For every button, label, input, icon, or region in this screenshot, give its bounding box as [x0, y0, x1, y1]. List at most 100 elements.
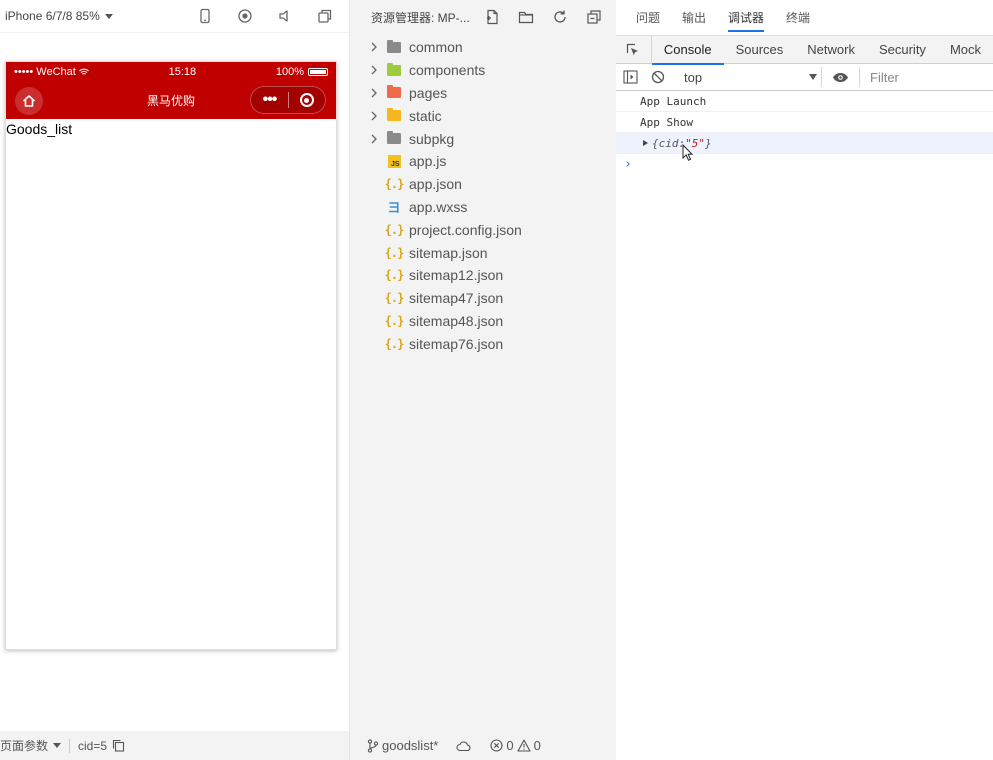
- simulator-footer: 页面参数 cid=5: [0, 731, 349, 760]
- folder-name: subpkg: [409, 130, 455, 147]
- refresh-icon[interactable]: [551, 8, 569, 26]
- page-query: cid=5: [78, 738, 108, 753]
- file-item[interactable]: {.} sitemap12.json: [350, 264, 616, 287]
- page-body: Goods_list: [6, 119, 336, 137]
- console-filter-input[interactable]: [870, 69, 970, 85]
- carrier-label: ••••• WeChat: [14, 65, 76, 78]
- explorer-title: 资源管理器: MP-...: [371, 11, 470, 25]
- folder-icon: [386, 108, 402, 124]
- folder-item[interactable]: common: [350, 36, 616, 59]
- sidebar-toggle-button[interactable]: [616, 64, 644, 90]
- devtools-top-tab[interactable]: 输出: [682, 3, 706, 32]
- file-item[interactable]: {.} sitemap48.json: [350, 310, 616, 333]
- folder-name: pages: [409, 84, 448, 101]
- inspect-element-button[interactable]: [616, 35, 652, 64]
- file-item[interactable]: {.} app.json: [350, 173, 616, 196]
- collapse-all-icon[interactable]: [585, 8, 603, 26]
- file-item[interactable]: {.} sitemap76.json: [350, 332, 616, 355]
- context-value: top: [684, 69, 703, 85]
- tab-mock[interactable]: Mock: [938, 36, 993, 64]
- branch-indicator[interactable]: goodslist*: [367, 738, 438, 753]
- chevron-right-icon: [350, 42, 380, 52]
- chevron-right-icon: [350, 134, 380, 144]
- console-toolbar: top: [616, 64, 993, 91]
- battery-percent: 100%: [275, 65, 304, 78]
- clear-icon: [651, 70, 665, 84]
- phone-status-bar: ••••• WeChat 15:18 100%: [6, 62, 336, 81]
- folder-item[interactable]: components: [350, 59, 616, 82]
- object-prefix: {cid:: [652, 136, 686, 150]
- simulator-toolbar: iPhone 6/7/8 85%: [0, 0, 349, 33]
- phone-icon[interactable]: [196, 7, 214, 25]
- copy-icon[interactable]: [112, 739, 125, 752]
- wifi-icon: [78, 68, 89, 75]
- devtools-panel: 问题 输出 调试器 终端 Console Sources Network Security M…: [616, 0, 993, 760]
- console-output: App Launch App Show {cid: "5"} ›: [616, 91, 993, 174]
- file-item[interactable]: {.} sitemap.json: [350, 241, 616, 264]
- mouse-cursor-icon: [682, 144, 694, 161]
- folder-item[interactable]: pages: [350, 82, 616, 105]
- devtools-top-tab[interactable]: 问题: [636, 3, 660, 32]
- problems-indicator[interactable]: 0 0: [490, 738, 541, 753]
- console-object-line[interactable]: {cid: "5"}: [616, 133, 993, 154]
- divider: [69, 738, 71, 753]
- error-count: 0: [506, 738, 514, 753]
- chevron-down-icon: [53, 743, 62, 748]
- folder-item[interactable]: subpkg: [350, 127, 616, 150]
- devtools-top-tab[interactable]: 终端: [786, 3, 810, 32]
- phone-nav-bar: 黑马优购 •••: [6, 81, 336, 119]
- folder-icon: [386, 131, 402, 147]
- file-name: sitemap76.json: [409, 335, 504, 352]
- more-button[interactable]: •••: [251, 87, 288, 113]
- file-item[interactable]: {.} project.config.json: [350, 218, 616, 241]
- devtools-top-tab[interactable]: 调试器: [728, 3, 765, 32]
- inspect-cursor-icon: [627, 43, 639, 55]
- clear-console-button[interactable]: [644, 64, 672, 90]
- chevron-right-icon: [350, 65, 380, 75]
- console-line: App Show: [616, 112, 993, 133]
- chevron-right-icon: [350, 88, 380, 98]
- home-icon: [22, 95, 36, 107]
- expand-triangle-icon[interactable]: [643, 140, 648, 146]
- file-name: sitemap12.json: [409, 267, 504, 284]
- device-select[interactable]: iPhone 6/7/8 85%: [5, 9, 113, 23]
- file-name: sitemap.json: [409, 244, 488, 261]
- object-suffix: }: [705, 136, 712, 150]
- eye-icon: [833, 72, 848, 82]
- explorer-status-bar: goodslist* 0 0: [350, 731, 616, 760]
- file-item[interactable]: JS app.js: [350, 150, 616, 173]
- tab-network[interactable]: Network: [795, 36, 867, 64]
- console-message: App Launch: [640, 94, 707, 108]
- close-miniprogram-button[interactable]: [289, 93, 325, 107]
- new-file-icon[interactable]: [483, 8, 501, 26]
- new-folder-icon[interactable]: [517, 8, 535, 26]
- record-icon[interactable]: [236, 7, 254, 25]
- error-icon: [490, 739, 503, 752]
- folder-icon: [386, 85, 402, 101]
- page-params-dropdown[interactable]: 页面参数: [0, 737, 62, 754]
- folder-name: components: [409, 62, 486, 79]
- folder-icon: [386, 39, 402, 55]
- context-select[interactable]: top: [676, 67, 822, 87]
- status-time: 15:18: [168, 65, 197, 78]
- tab-security[interactable]: Security: [867, 36, 938, 64]
- console-prompt[interactable]: ›: [616, 154, 993, 174]
- tab-console[interactable]: Console: [651, 36, 724, 65]
- js-file-icon: JS: [386, 153, 402, 169]
- file-item[interactable]: {.} sitemap47.json: [350, 287, 616, 310]
- json-file-icon: {.}: [384, 291, 405, 306]
- json-file-icon: {.}: [384, 268, 405, 283]
- live-expression-button[interactable]: [822, 67, 860, 87]
- sync-button[interactable]: [456, 740, 472, 752]
- warning-count: 0: [533, 738, 541, 753]
- json-file-icon: {.}: [384, 222, 405, 237]
- page-params-label: 页面参数: [0, 739, 49, 753]
- folder-icon: [386, 62, 402, 78]
- home-button[interactable]: [15, 87, 43, 115]
- volume-icon[interactable]: [276, 7, 294, 25]
- folder-name: static: [409, 107, 442, 124]
- detach-window-icon[interactable]: [316, 7, 334, 25]
- folder-item[interactable]: static: [350, 104, 616, 127]
- tab-sources[interactable]: Sources: [724, 36, 796, 64]
- file-item[interactable]: ヨ app.wxss: [350, 196, 616, 219]
